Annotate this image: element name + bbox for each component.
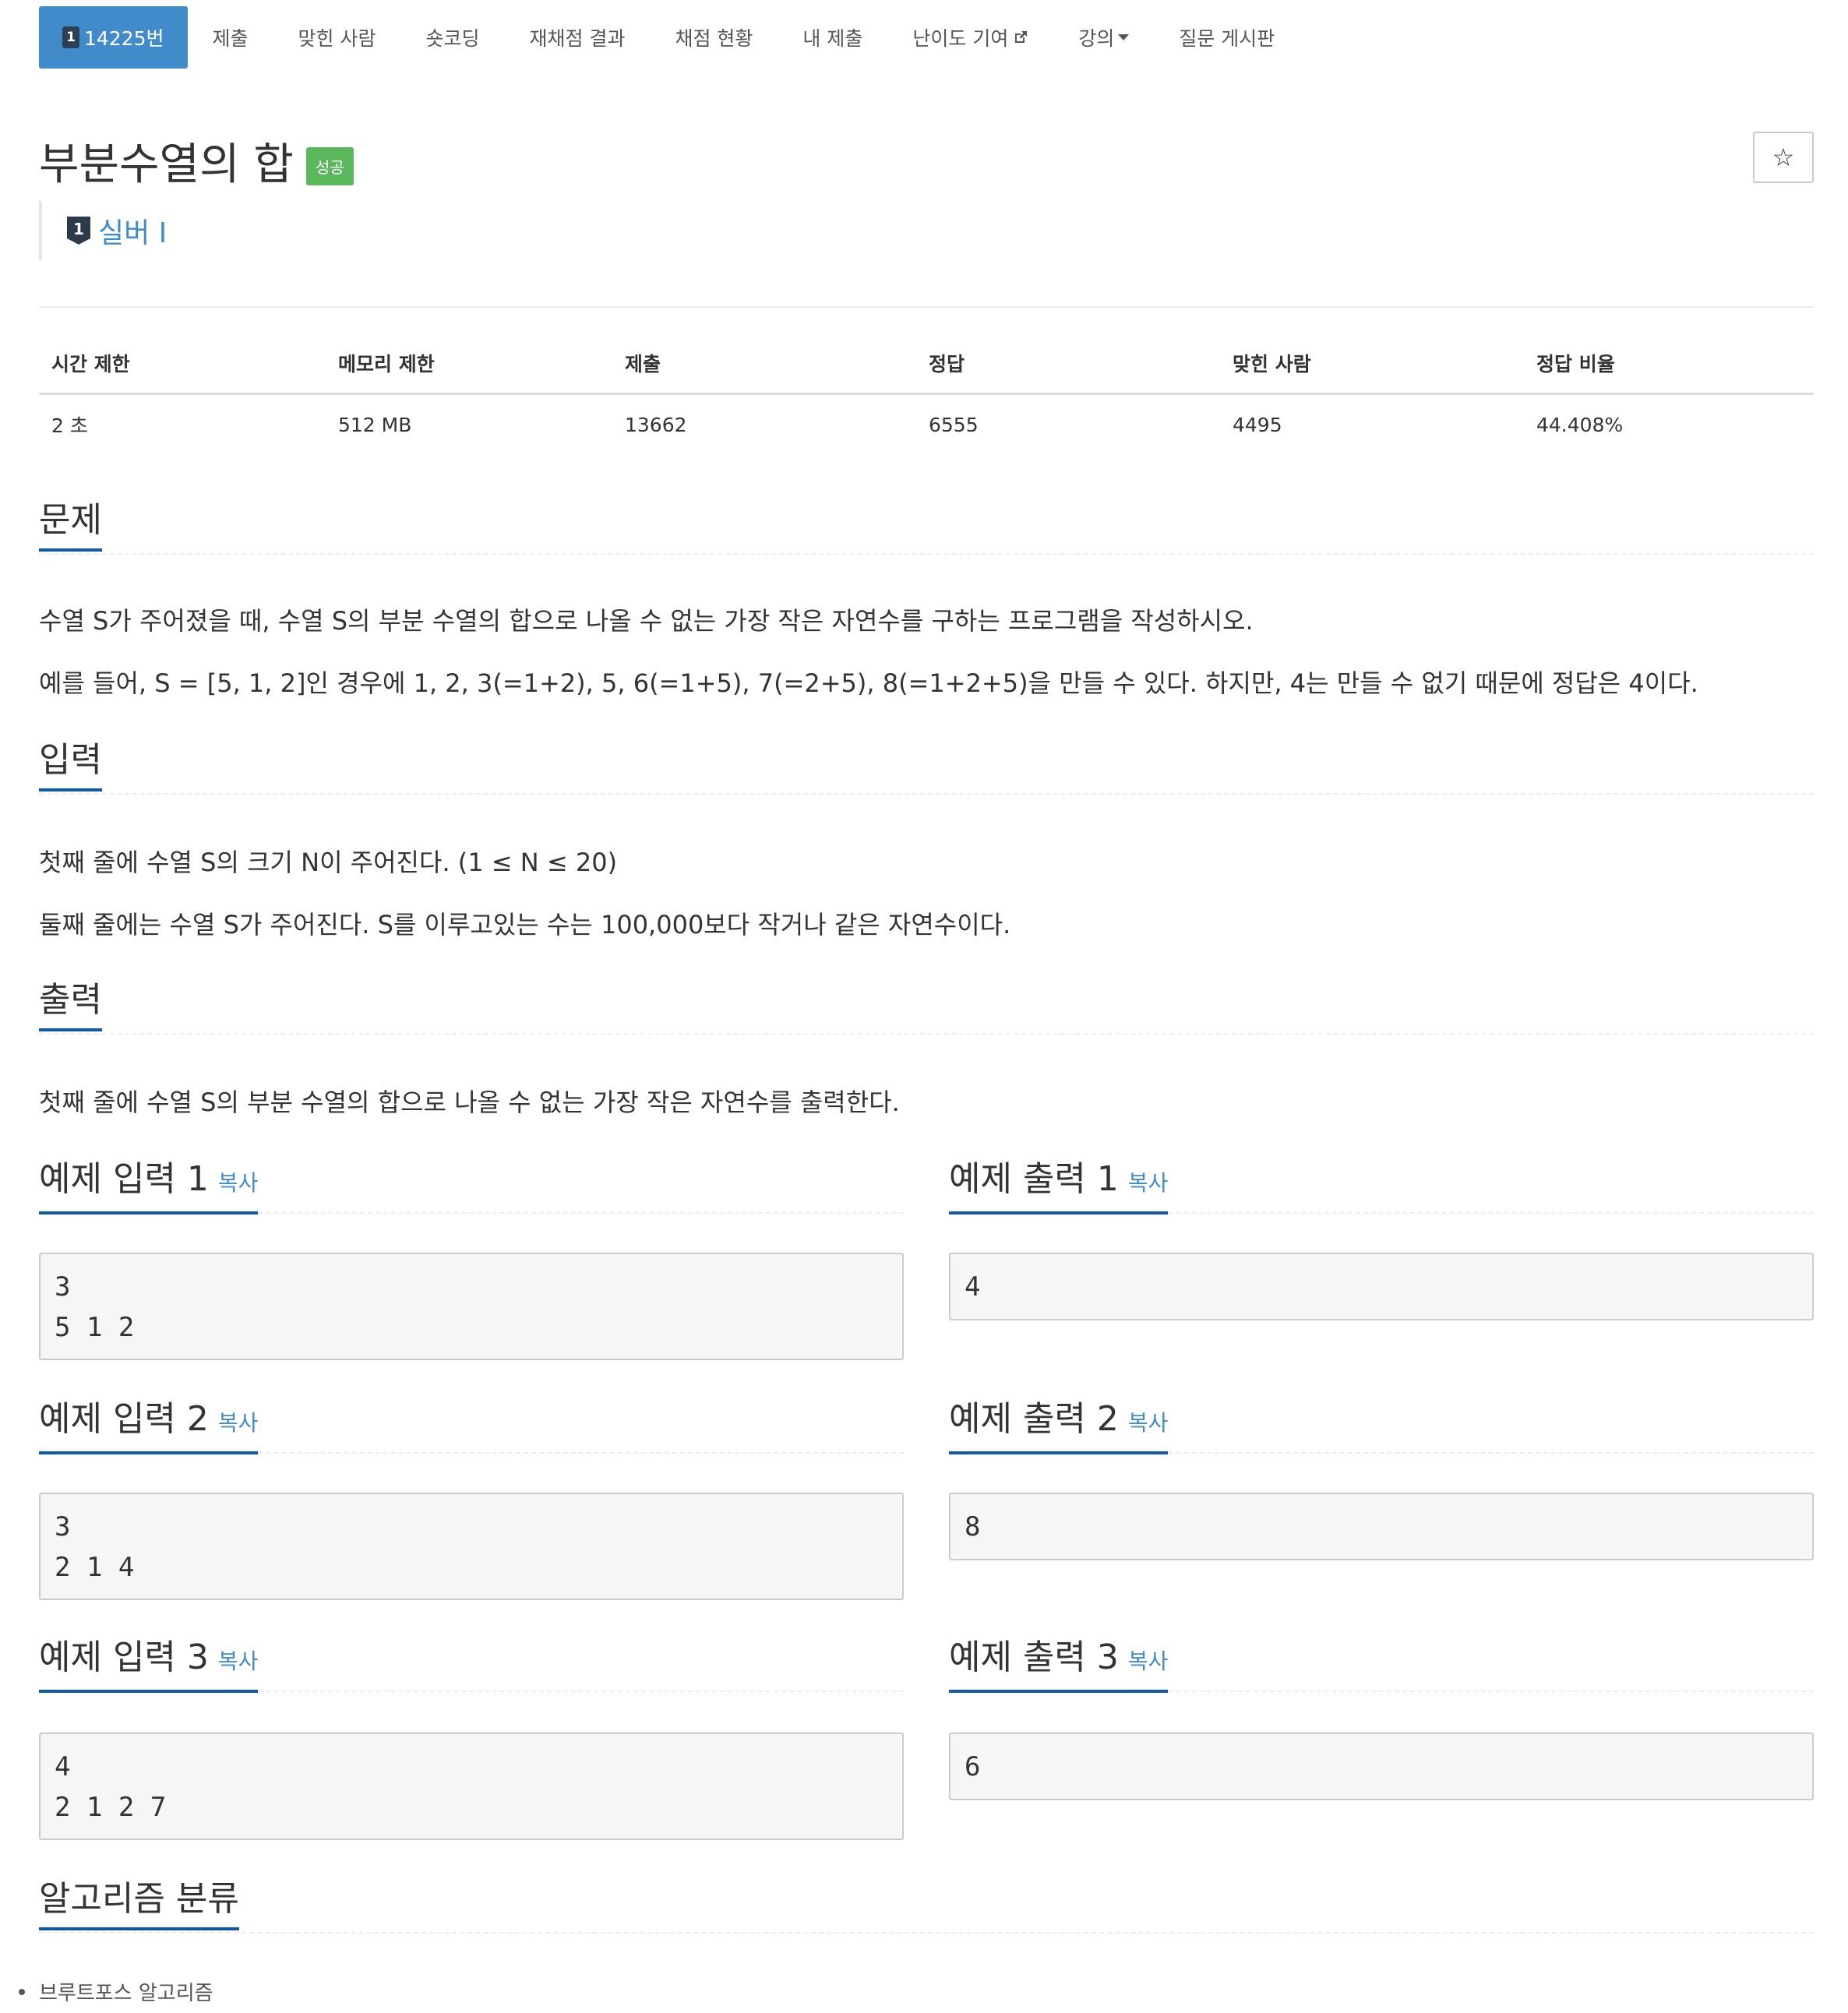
sample-output-3-title: 예제 출력 3 xyxy=(949,1638,1119,1677)
copy-sample-input-3-button[interactable]: 복사 xyxy=(218,1648,259,1674)
silver-tier-icon: 1 xyxy=(67,217,90,245)
table-header-row: 시간 제한 메모리 제한 제출 정답 맞힌 사람 정답 비율 xyxy=(39,335,1814,395)
sample-output-2[interactable]: 8 xyxy=(949,1493,1814,1560)
nav-problem-number-label: 14225번 xyxy=(84,27,164,50)
sample-input-2-title: 예제 입력 2 xyxy=(39,1399,209,1439)
accept-ratio-value: 44.408% xyxy=(1536,413,1624,436)
external-link-icon xyxy=(1015,31,1028,43)
tier-icon-digit: 1 xyxy=(73,220,84,238)
copy-sample-input-2-button[interactable]: 복사 xyxy=(218,1410,259,1436)
list-item: 브루트포스 알고리즘 xyxy=(19,1977,213,2006)
problem-title-row: 부분수열의 합 성공 xyxy=(39,129,354,192)
nav-lectures-label: 강의 xyxy=(1078,27,1115,50)
sample-input-2-header: 예제 입력 2 복사 xyxy=(39,1399,904,1454)
input-section-header: 입력 xyxy=(39,740,1814,795)
nav-judge-status[interactable]: 채점 현황 xyxy=(650,6,778,69)
table-row: 2 초 512 MB 13662 6555 4495 44.408% xyxy=(39,394,1814,455)
submissions-value: 13662 xyxy=(625,413,687,436)
tier-indicator: 1 실버 I xyxy=(39,201,167,260)
favorite-star-button[interactable]: ☆ xyxy=(1753,132,1814,183)
problem-description-p2: 예를 들어, S = [5, 1, 2]인 경우에 1, 2, 3(=1+2),… xyxy=(39,668,1698,698)
nav-my-submissions[interactable]: 내 제출 xyxy=(778,6,887,69)
caret-down-icon xyxy=(1118,34,1130,41)
header-accept-ratio: 정답 비율 xyxy=(1524,335,1814,395)
header-accepted: 정답 xyxy=(916,335,1220,395)
bullet-icon xyxy=(19,1988,25,1995)
copy-sample-output-3-button[interactable]: 복사 xyxy=(1128,1648,1169,1674)
algorithm-section-title: 알고리즘 분류 xyxy=(39,1879,239,1930)
accepted-value: 6555 xyxy=(929,413,979,436)
sample-input-2[interactable]: 3 2 1 4 xyxy=(39,1493,904,1600)
sample-output-1-title: 예제 출력 1 xyxy=(949,1159,1119,1199)
output-section-title: 출력 xyxy=(39,980,102,1031)
solved-users-value: 4495 xyxy=(1233,413,1282,436)
sample-input-3-title: 예제 입력 3 xyxy=(39,1638,209,1677)
sample-input-3-header: 예제 입력 3 복사 xyxy=(39,1638,904,1693)
header-submissions: 제출 xyxy=(612,335,916,395)
nav-submit[interactable]: 제출 xyxy=(188,6,273,69)
problem-title: 부분수열의 합 xyxy=(39,139,294,190)
nav-rejudge-results[interactable]: 재채점 결과 xyxy=(505,6,651,69)
divider xyxy=(39,306,1814,308)
header-solved-users: 맞힌 사람 xyxy=(1220,335,1524,395)
status-badge: 성공 xyxy=(305,147,354,185)
input-section-title: 입력 xyxy=(39,740,102,791)
page: 1 14225번 제출 맞힌 사람 숏코딩 재채점 결과 채점 현황 내 제출 … xyxy=(0,0,1848,2013)
input-description-p1: 첫째 줄에 수열 S의 크기 N이 주어진다. (1 ≤ N ≤ 20) xyxy=(39,848,618,877)
sample-output-1[interactable]: 4 xyxy=(949,1253,1814,1320)
output-section-header: 출력 xyxy=(39,980,1814,1035)
nav-difficulty-contribution[interactable]: 난이도 기여 xyxy=(887,6,1053,69)
tier-label[interactable]: 실버 I xyxy=(98,210,167,251)
header-time-limit: 시간 제한 xyxy=(39,335,326,395)
sample-input-3[interactable]: 4 2 1 2 7 xyxy=(39,1733,904,1840)
sample-output-1-header: 예제 출력 1 복사 xyxy=(949,1159,1814,1214)
copy-sample-output-2-button[interactable]: 복사 xyxy=(1128,1410,1169,1436)
sample-input-1-title: 예제 입력 1 xyxy=(39,1159,209,1199)
sample-output-2-title: 예제 출력 2 xyxy=(949,1399,1119,1439)
copy-sample-input-1-button[interactable]: 복사 xyxy=(218,1170,259,1196)
problem-section-title: 문제 xyxy=(39,500,102,552)
input-description-p2: 둘째 줄에는 수열 S가 주어진다. S를 이루고있는 수는 100,000보다… xyxy=(39,910,1011,940)
sample-output-3[interactable]: 6 xyxy=(949,1733,1814,1800)
algorithm-section-header: 알고리즘 분류 xyxy=(39,1879,1814,1934)
nav-qna-board[interactable]: 질문 게시판 xyxy=(1154,6,1300,69)
time-limit-value: 2 초 xyxy=(51,414,88,437)
sample-output-3-header: 예제 출력 3 복사 xyxy=(949,1638,1814,1693)
problem-description-p1: 수열 S가 주어졌을 때, 수열 S의 부분 수열의 합으로 나올 수 없는 가… xyxy=(39,606,1254,636)
problem-info-table: 시간 제한 메모리 제한 제출 정답 맞힌 사람 정답 비율 2 초 512 M… xyxy=(39,335,1814,454)
nav-lectures-dropdown[interactable]: 강의 xyxy=(1053,6,1154,69)
sample-input-1[interactable]: 3 5 1 2 xyxy=(39,1253,904,1360)
tier-badge-icon: 1 xyxy=(62,26,79,48)
nav-short-coding[interactable]: 숏코딩 xyxy=(401,6,505,69)
memory-limit-value: 512 MB xyxy=(338,413,412,436)
nav-accepted-users[interactable]: 맞힌 사람 xyxy=(273,6,401,69)
header-memory-limit: 메모리 제한 xyxy=(326,335,612,395)
output-description-p1: 첫째 줄에 수열 S의 부분 수열의 합으로 나올 수 없는 가장 작은 자연수… xyxy=(39,1088,900,1117)
sample-input-1-header: 예제 입력 1 복사 xyxy=(39,1159,904,1214)
algorithm-tag-bruteforce[interactable]: 브루트포스 알고리즘 xyxy=(39,1977,213,2006)
problem-section-header: 문제 xyxy=(39,500,1814,555)
nav-difficulty-label: 난이도 기여 xyxy=(912,27,1009,50)
nav-problem-number[interactable]: 1 14225번 xyxy=(39,6,188,69)
problem-nav: 1 14225번 제출 맞힌 사람 숏코딩 재채점 결과 채점 현황 내 제출 … xyxy=(39,6,1300,69)
sample-output-2-header: 예제 출력 2 복사 xyxy=(949,1399,1814,1454)
copy-sample-output-1-button[interactable]: 복사 xyxy=(1128,1170,1169,1196)
